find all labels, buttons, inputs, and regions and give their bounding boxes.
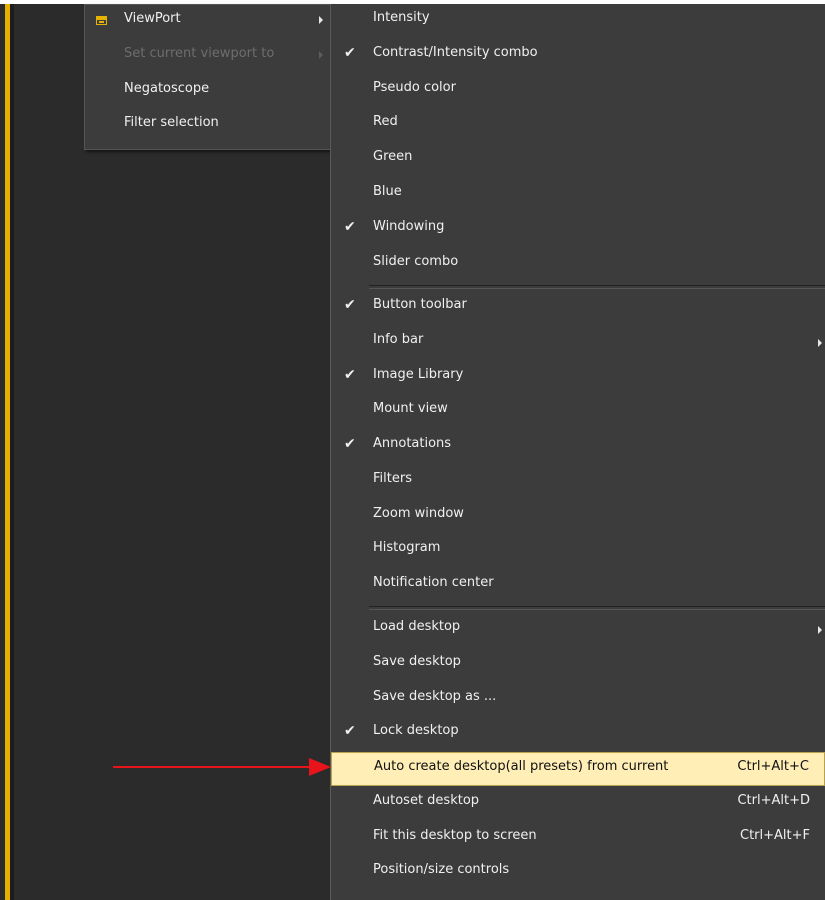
submenu-item-mount-view[interactable]: Mount view [331, 395, 825, 429]
submenu-item-position-size-controls[interactable]: Position/size controls [331, 856, 825, 890]
submenu-item-lock-desktop[interactable]: ✔ Lock desktop [331, 717, 825, 751]
context-menu: ViewPort Set current viewport to Negatos… [84, 4, 332, 150]
submenu-item-label: Lock desktop [373, 723, 459, 738]
menu-item-filter-selection[interactable]: Filter selection [85, 109, 331, 143]
submenu-item-slider-combo[interactable]: Slider combo [331, 248, 825, 282]
submenu-item-windowing[interactable]: ✔ Windowing [331, 213, 825, 247]
submenu-item-label: Contrast/Intensity combo [373, 45, 538, 60]
submenu-item-save-desktop[interactable]: Save desktop [331, 648, 825, 682]
submenu-item-pseudo-color[interactable]: Pseudo color [331, 74, 825, 108]
checkmark-icon: ✔ [344, 297, 356, 313]
submenu-item-label: Histogram [373, 540, 441, 555]
submenu-item-red[interactable]: Red [331, 108, 825, 142]
submenu-item-label: Notification center [373, 575, 494, 590]
submenu-item-label: Windowing [373, 219, 445, 234]
submenu-item-zoom-window[interactable]: Zoom window [331, 500, 825, 534]
submenu-item-annotations[interactable]: ✔ Annotations [331, 430, 825, 464]
window-border-strip [10, 4, 14, 900]
submenu-item-filters[interactable]: Filters [331, 465, 825, 499]
shortcut-label: Ctrl+Alt+D [737, 793, 810, 808]
menu-separator [369, 285, 825, 289]
submenu-item-label: Button toolbar [373, 297, 467, 312]
submenu-arrow-icon [818, 339, 822, 347]
menu-item-negatoscope[interactable]: Negatoscope [85, 75, 331, 109]
submenu-arrow-icon [319, 16, 323, 24]
viewport-submenu: Intensity ✔ Contrast/Intensity combo Pse… [330, 4, 825, 900]
submenu-item-label: Image Library [373, 367, 464, 382]
submenu-item-autoset-desktop[interactable]: Autoset desktop Ctrl+Alt+D [331, 787, 825, 821]
menu-item-set-current-viewport: Set current viewport to [85, 40, 331, 74]
submenu-arrow-icon [818, 626, 822, 634]
submenu-item-histogram[interactable]: Histogram [331, 534, 825, 568]
submenu-item-label: Save desktop [373, 654, 461, 669]
submenu-item-image-library[interactable]: ✔ Image Library [331, 361, 825, 395]
submenu-item-label: Autoset desktop [373, 793, 480, 808]
red-arrow-icon [113, 758, 331, 776]
menu-item-label: Negatoscope [124, 81, 210, 96]
submenu-item-info-bar[interactable]: Info bar [331, 326, 825, 360]
submenu-item-label: Zoom window [373, 506, 464, 521]
submenu-arrow-icon [319, 51, 323, 59]
submenu-item-label: Green [373, 149, 413, 164]
submenu-item-label: Annotations [373, 436, 452, 451]
submenu-item-label: Position/size controls [373, 862, 510, 877]
submenu-item-label: Pseudo color [373, 80, 456, 95]
submenu-item-label: Fit this desktop to screen [373, 828, 537, 843]
menu-separator [369, 606, 825, 610]
submenu-item-save-desktop-as[interactable]: Save desktop as ... [331, 683, 825, 717]
shortcut-label: Ctrl+Alt+F [740, 828, 810, 843]
submenu-item-load-desktop[interactable]: Load desktop [331, 613, 825, 647]
menu-item-label: ViewPort [124, 11, 181, 26]
submenu-item-label: Load desktop [373, 619, 461, 634]
menu-item-label: Set current viewport to [124, 46, 275, 61]
submenu-item-label: Blue [373, 184, 402, 199]
submenu-item-notification-center[interactable]: Notification center [331, 569, 825, 603]
submenu-item-label: Filters [373, 471, 412, 486]
checkmark-icon: ✔ [344, 367, 356, 383]
submenu-item-auto-create-desktop[interactable]: Auto create desktop(all presets) from cu… [331, 752, 825, 786]
viewport-icon [96, 16, 107, 25]
submenu-item-contrast-intensity-combo[interactable]: ✔ Contrast/Intensity combo [331, 39, 825, 73]
submenu-item-label: Slider combo [373, 254, 459, 269]
shortcut-label: Ctrl+Alt+C [737, 759, 809, 774]
submenu-item-blue[interactable]: Blue [331, 178, 825, 212]
submenu-item-label: Auto create desktop(all presets) from cu… [374, 759, 669, 774]
submenu-item-button-toolbar[interactable]: ✔ Button toolbar [331, 291, 825, 325]
checkmark-icon: ✔ [344, 723, 356, 739]
submenu-item-label: Info bar [373, 332, 424, 347]
checkmark-icon: ✔ [344, 219, 356, 235]
checkmark-icon: ✔ [344, 436, 356, 452]
submenu-item-label: Red [373, 114, 398, 129]
checkmark-icon: ✔ [344, 45, 356, 61]
submenu-item-intensity[interactable]: Intensity [331, 4, 825, 38]
submenu-item-fit-desktop-to-screen[interactable]: Fit this desktop to screen Ctrl+Alt+F [331, 822, 825, 856]
submenu-item-green[interactable]: Green [331, 143, 825, 177]
submenu-item-label: Mount view [373, 401, 448, 416]
submenu-item-label: Save desktop as ... [373, 689, 497, 704]
menu-item-viewport[interactable]: ViewPort [85, 5, 331, 39]
menu-item-label: Filter selection [124, 115, 219, 130]
submenu-item-label: Intensity [373, 10, 430, 25]
